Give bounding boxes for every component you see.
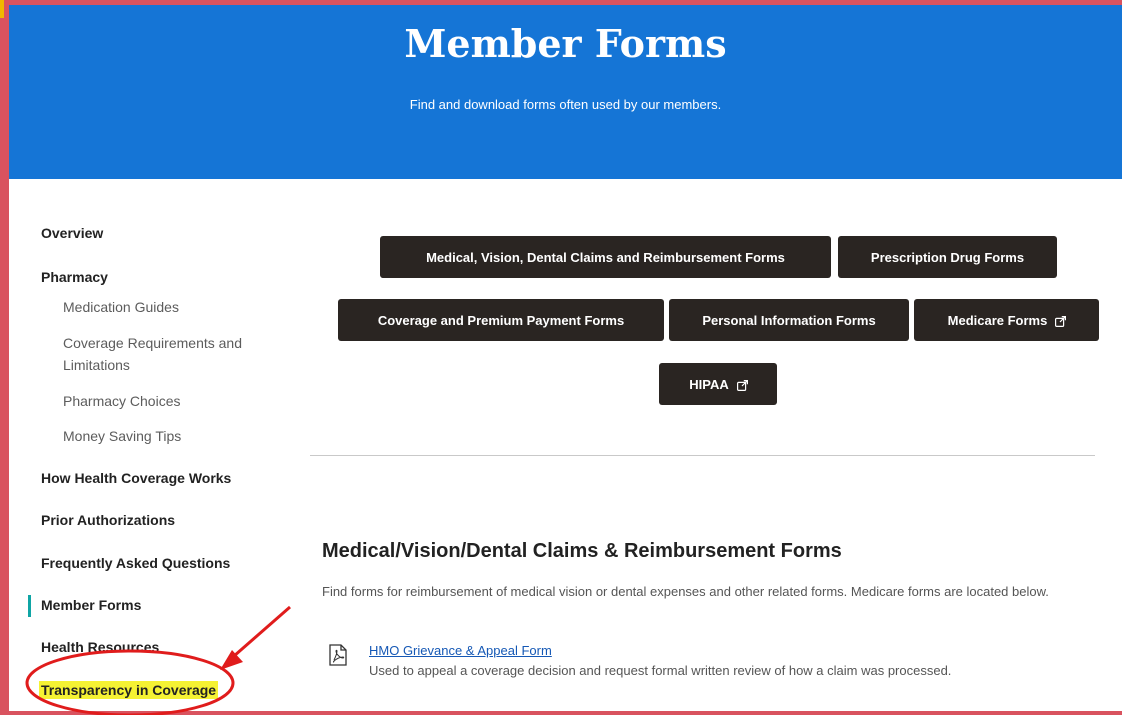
sidebar-item-overview[interactable]: Overview	[41, 225, 103, 241]
page-subtitle: Find and download forms often used by ou…	[409, 97, 722, 112]
external-link-icon	[736, 379, 748, 392]
medical-forms-button[interactable]: Medical, Vision, Dental Claims and Reimb…	[380, 236, 831, 278]
sidebar-item-how-coverage-works[interactable]: How Health Coverage Works	[41, 470, 231, 486]
sidebar-item-prior-authorizations[interactable]: Prior Authorizations	[41, 512, 175, 528]
section-description: Find forms for reimbursement of medical …	[322, 584, 1049, 599]
page-title: Member Forms	[404, 21, 727, 66]
personal-info-forms-button[interactable]: Personal Information Forms	[669, 299, 909, 341]
hero-banner: Member Forms Find and download forms oft…	[9, 5, 1122, 179]
hmo-grievance-link[interactable]: HMO Grievance & Appeal Form	[369, 643, 552, 658]
medicare-forms-label: Medicare Forms	[947, 312, 1048, 328]
pdf-document-icon	[328, 644, 348, 666]
section-title: Medical/Vision/Dental Claims & Reimburse…	[322, 540, 842, 562]
frame-left-border	[0, 0, 9, 715]
frame-bottom-border	[0, 711, 1122, 715]
section-divider	[310, 455, 1095, 456]
sidebar-subitem-money-saving-tips[interactable]: Money Saving Tips	[63, 425, 181, 447]
prescription-forms-button[interactable]: Prescription Drug Forms	[838, 236, 1057, 278]
sidebar-item-health-resources[interactable]: Health Resources	[41, 639, 159, 655]
highlight-marker: Transparency in Coverage	[39, 681, 219, 699]
sidebar-item-pharmacy[interactable]: Pharmacy	[41, 269, 108, 285]
hipaa-label: HIPAA	[689, 376, 729, 392]
external-link-icon	[1055, 315, 1067, 328]
medicare-forms-button[interactable]: Medicare Forms	[914, 299, 1099, 341]
hipaa-button[interactable]: HIPAA	[659, 363, 777, 405]
hmo-grievance-description: Used to appeal a coverage decision and r…	[369, 663, 952, 678]
sidebar-subitem-pharmacy-choices[interactable]: Pharmacy Choices	[63, 390, 181, 412]
red-arrow	[220, 605, 291, 670]
active-indicator	[28, 595, 31, 617]
sidebar-item-member-forms[interactable]: Member Forms	[41, 597, 141, 613]
sidebar-subitem-coverage-requirements[interactable]: Coverage Requirements and Limitations	[63, 332, 273, 376]
sidebar-item-transparency[interactable]: Transparency in Coverage	[39, 681, 219, 699]
frame-accent	[0, 0, 4, 18]
coverage-forms-button[interactable]: Coverage and Premium Payment Forms	[338, 299, 664, 341]
sidebar-item-faq[interactable]: Frequently Asked Questions	[41, 555, 230, 571]
sidebar-subitem-medication-guides[interactable]: Medication Guides	[63, 296, 179, 318]
